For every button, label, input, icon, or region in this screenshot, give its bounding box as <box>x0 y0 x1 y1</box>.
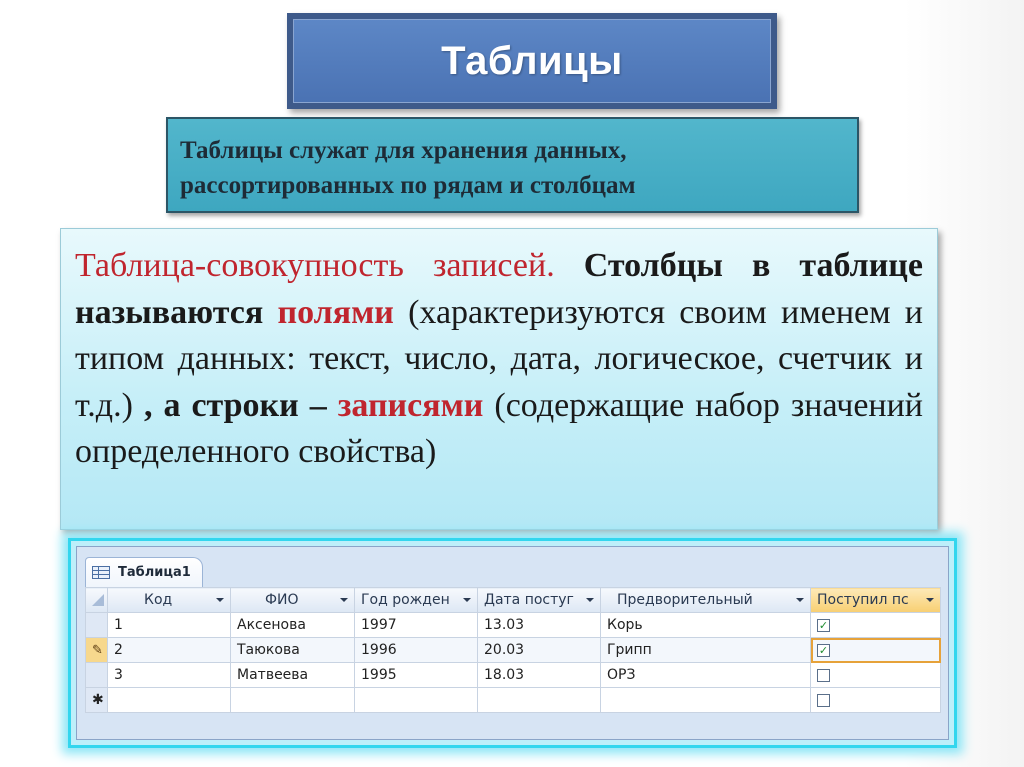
records-term: записями <box>337 386 484 424</box>
dropdown-arrow-icon[interactable] <box>586 598 594 602</box>
column-header-kod[interactable]: Код <box>107 587 231 613</box>
cell-kod[interactable]: 1 <box>107 612 231 638</box>
definition-line-2: рассортированных по рядам и столбцам <box>180 172 636 199</box>
cell-fio[interactable]: Аксенова <box>230 612 355 638</box>
cell-pred[interactable]: Грипп <box>600 637 811 663</box>
column-header-fio[interactable]: ФИО <box>230 587 355 613</box>
cell-year[interactable]: 1997 <box>354 612 478 638</box>
explanation-term: Таблица-совокупность записей. <box>75 247 555 284</box>
cell-post[interactable]: ✓ <box>810 637 941 663</box>
cell-pred[interactable]: Корь <box>600 612 811 638</box>
checkbox[interactable] <box>817 668 830 682</box>
checkbox[interactable]: ✓ <box>817 643 830 657</box>
row-selector[interactable] <box>85 612 108 638</box>
cell-kod[interactable] <box>107 687 231 713</box>
cell-fio[interactable]: Таюкова <box>230 637 355 663</box>
cell-post[interactable] <box>810 662 941 688</box>
cell-kod[interactable]: 3 <box>107 662 231 688</box>
cell-post[interactable] <box>810 687 941 713</box>
checkbox[interactable]: ✓ <box>817 618 830 632</box>
cell-year[interactable]: 1995 <box>354 662 478 688</box>
header-row: Код ФИО Год рожден Дата постуг Предворит… <box>85 587 941 613</box>
select-all-corner[interactable] <box>85 587 108 613</box>
table-row: 3 Матвеева 1995 18.03 ОРЗ <box>85 662 941 688</box>
column-header-pred[interactable]: Предворительный <box>600 587 811 613</box>
pencil-icon: ✎ <box>92 643 103 658</box>
tab-label: Таблица1 <box>118 565 191 580</box>
access-table-screenshot: Таблица1 Код ФИО Год рожден Дата постуг … <box>76 546 949 740</box>
cell-pred[interactable] <box>600 687 811 713</box>
dropdown-arrow-icon[interactable] <box>796 598 804 602</box>
column-header-date[interactable]: Дата постуг <box>477 587 601 613</box>
row-selector[interactable] <box>85 662 108 688</box>
cell-date[interactable] <box>477 687 601 713</box>
cell-date[interactable]: 13.03 <box>477 612 601 638</box>
cell-year[interactable]: 1996 <box>354 637 478 663</box>
cell-date[interactable]: 20.03 <box>477 637 601 663</box>
cell-kod[interactable]: 2 <box>107 637 231 663</box>
definition-line-1: Таблицы служат для хранения данных, <box>180 137 627 164</box>
table-row-current: ✎ 2 Таюкова 1996 20.03 Грипп ✓ <box>85 637 941 663</box>
checkbox[interactable] <box>817 693 830 707</box>
table-row-new: ✱ <box>85 687 941 713</box>
cell-date[interactable]: 18.03 <box>477 662 601 688</box>
cell-fio[interactable] <box>230 687 355 713</box>
explanation-box: Таблица-совокупность записей. Столбцы в … <box>60 228 938 530</box>
dropdown-arrow-icon[interactable] <box>216 598 224 602</box>
explanation-paragraph: Таблица-совокупность записей. Столбцы в … <box>75 243 923 476</box>
cell-fio[interactable]: Матвеева <box>230 662 355 688</box>
datasheet-grid: Код ФИО Год рожден Дата постуг Предворит… <box>85 587 941 713</box>
dropdown-arrow-icon[interactable] <box>926 598 934 602</box>
cell-post[interactable]: ✓ <box>810 612 941 638</box>
explanation-bold-2: , а строки – <box>143 386 338 424</box>
row-selector[interactable]: ✎ <box>85 637 108 663</box>
slide-title: Таблицы <box>441 38 623 83</box>
tab-table1[interactable]: Таблица1 <box>85 557 203 587</box>
definition-box: Таблицы служат для хранения данных, расс… <box>166 117 859 213</box>
slide-title-box: Таблицы <box>287 13 777 109</box>
column-header-year[interactable]: Год рожден <box>354 587 478 613</box>
column-header-post[interactable]: Поступил пс <box>810 587 941 613</box>
table-row: 1 Аксенова 1997 13.03 Корь ✓ <box>85 612 941 638</box>
dropdown-arrow-icon[interactable] <box>463 598 471 602</box>
cell-year[interactable] <box>354 687 478 713</box>
fields-term: полями <box>277 293 394 331</box>
cell-pred[interactable]: ОРЗ <box>600 662 811 688</box>
row-selector[interactable]: ✱ <box>85 687 108 713</box>
dropdown-arrow-icon[interactable] <box>340 598 348 602</box>
table-icon <box>92 566 110 579</box>
new-record-icon: ✱ <box>92 692 104 708</box>
